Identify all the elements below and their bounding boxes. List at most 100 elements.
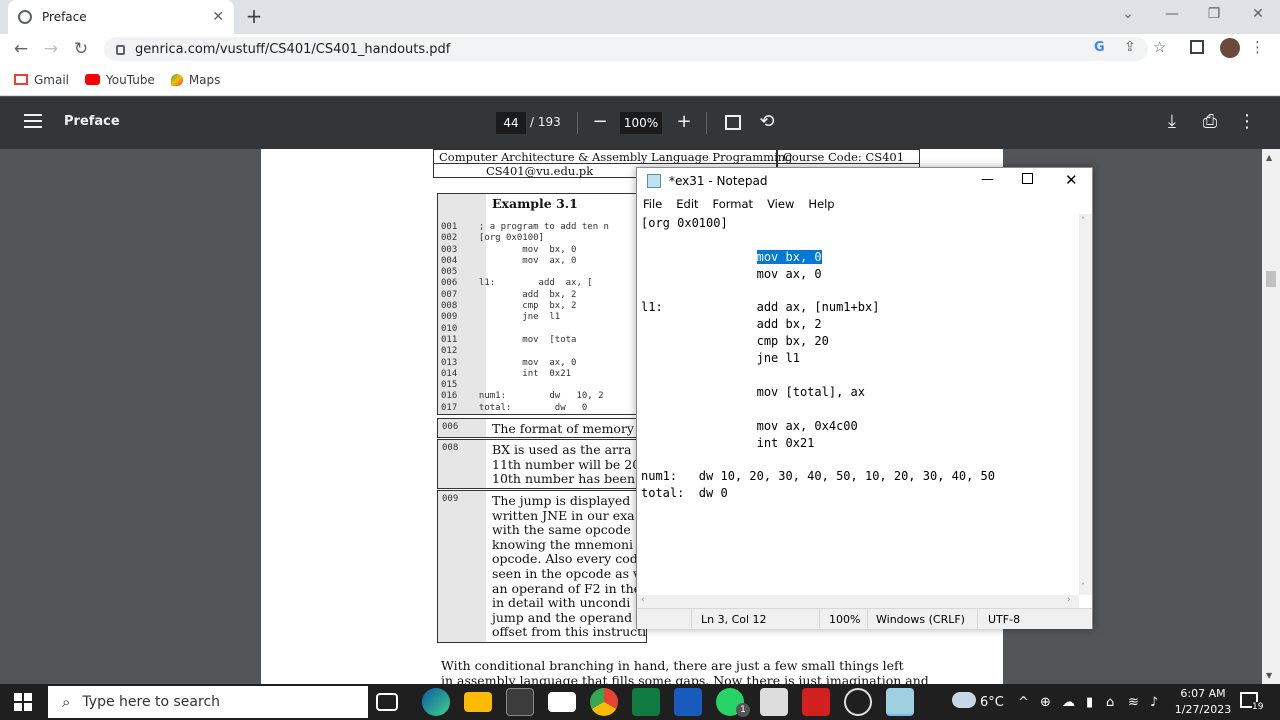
battery-icon[interactable]: ▮	[1086, 695, 1093, 710]
scroll-up-icon[interactable]: ˄	[1081, 216, 1085, 225]
bookmark-youtube[interactable]: YouTube	[85, 73, 155, 87]
wifi-icon[interactable]: ≋	[1128, 695, 1139, 710]
code-line[interactable]: num1: dw 10, 20, 30, 40, 50, 10, 20, 30,…	[641, 468, 995, 485]
notepad-window[interactable]: *ex31 - Notepad — ✕ File Edit Format Vie…	[636, 167, 1093, 630]
notepad-vertical-scrollbar[interactable]: ˄ ˅	[1079, 214, 1092, 595]
notepad-code[interactable]: [org 0x0100] mov bx, 0 mov ax, 0 l1: add …	[641, 215, 995, 502]
print-icon[interactable]: ⎙	[1199, 112, 1221, 132]
code-line[interactable]: mov [total], ax	[641, 384, 995, 401]
clock[interactable]: 6:07 AM 1/27/2023	[1172, 686, 1234, 718]
close-window-button[interactable]: ✕	[1236, 0, 1280, 30]
profile-avatar[interactable]	[1220, 38, 1240, 58]
edge-icon[interactable]	[422, 688, 450, 716]
notepad-taskbar-icon[interactable]	[886, 688, 914, 716]
taskbar-search[interactable]: ⌕ Type here to search	[48, 686, 368, 718]
notepad-text-area[interactable]: [org 0x0100] mov bx, 0 mov ax, 0 l1: add …	[637, 214, 1079, 595]
browser-tab[interactable]: Preface ✕	[8, 0, 234, 34]
code-line[interactable]	[641, 451, 995, 468]
code-line[interactable]	[641, 283, 995, 300]
globe-icon	[18, 10, 32, 24]
store-icon[interactable]	[506, 688, 534, 716]
pdf-scrollbar[interactable]: ▲ ▼	[1262, 149, 1280, 684]
scroll-right-icon[interactable]: ›	[1067, 595, 1071, 605]
menu-format[interactable]: Format	[713, 197, 754, 211]
listing-line: 010	[441, 323, 458, 334]
code-line[interactable]	[641, 367, 995, 384]
code-line[interactable]: mov bx, 0	[641, 249, 995, 266]
app-icon[interactable]	[802, 688, 830, 716]
weather-icon[interactable]	[952, 692, 976, 708]
notepad-menu-bar: File Edit Format View Help	[637, 194, 1092, 214]
calculator-icon[interactable]	[760, 688, 788, 716]
volume-icon[interactable]: ♪	[1150, 695, 1158, 710]
code-line[interactable]: [org 0x0100]	[641, 215, 995, 232]
scroll-down-icon[interactable]: ▼	[1266, 671, 1272, 680]
bookmark-star-icon[interactable]: ☆	[1153, 38, 1166, 56]
notepad-title-bar[interactable]: *ex31 - Notepad — ✕	[637, 168, 1092, 194]
forward-button[interactable]: →	[40, 38, 62, 60]
close-tab-icon[interactable]: ✕	[212, 9, 224, 25]
fit-page-icon[interactable]	[725, 115, 741, 130]
code-line[interactable]: total: dw 0	[641, 485, 995, 502]
weather-temperature[interactable]: 6°C	[980, 695, 1004, 710]
bookmark-maps[interactable]: Maps	[170, 73, 220, 87]
whatsapp-badge: 1	[736, 703, 750, 717]
excel-icon[interactable]	[632, 688, 660, 716]
zoom-level[interactable]: 100%	[620, 112, 662, 134]
back-button[interactable]: ←	[10, 38, 32, 60]
page-number-input[interactable]: 44	[496, 112, 526, 134]
address-bar[interactable]: genrica.com/vustuff/CS401/CS401_handouts…	[104, 37, 1148, 61]
bookmark-gmail[interactable]: Gmail	[14, 73, 69, 87]
tray-overflow-icon[interactable]: ^	[1018, 695, 1029, 710]
code-line[interactable]: cmp bx, 20	[641, 333, 995, 350]
notepad-maximize-button[interactable]	[1022, 173, 1033, 184]
share-icon[interactable]: ⇪	[1124, 39, 1136, 55]
zoom-in-button[interactable]: +	[673, 112, 695, 132]
code-line[interactable]: add bx, 2	[641, 316, 995, 333]
app-icon[interactable]	[844, 688, 872, 716]
windows-start-icon[interactable]	[14, 693, 32, 711]
reload-button[interactable]: ↻	[70, 38, 92, 60]
toolbar-divider	[577, 112, 578, 134]
side-panel-icon[interactable]	[1190, 40, 1204, 54]
task-view-icon[interactable]	[376, 693, 398, 711]
zoom-out-button[interactable]: −	[589, 112, 611, 132]
menu-view[interactable]: View	[767, 197, 794, 211]
status-line-ending: Windows (CRLF)	[876, 613, 965, 626]
menu-help[interactable]: Help	[808, 197, 834, 211]
scroll-down-icon[interactable]: ˅	[1081, 582, 1085, 591]
code-line[interactable]: mov ax, 0	[641, 266, 995, 283]
mail-icon[interactable]	[548, 692, 576, 712]
pdf-sidebar-menu-icon[interactable]	[24, 114, 42, 128]
onedrive-icon[interactable]: ☁	[1062, 695, 1075, 710]
minimize-button[interactable]: —	[1150, 0, 1194, 30]
restore-button[interactable]: ❐	[1192, 0, 1236, 30]
chrome-icon[interactable]	[590, 688, 618, 716]
pdf-more-icon[interactable]: ⋮	[1236, 112, 1258, 132]
scroll-left-icon[interactable]: ‹	[641, 595, 645, 605]
file-explorer-icon[interactable]	[464, 692, 492, 712]
code-line[interactable]: int 0x21	[641, 435, 995, 452]
rotate-icon[interactable]: ⟲	[756, 112, 778, 132]
code-line[interactable]: l1: add ax, [num1+bx]	[641, 299, 995, 316]
tab-search-icon[interactable]: ⌄	[1106, 0, 1150, 30]
code-line[interactable]	[641, 401, 995, 418]
scroll-up-icon[interactable]: ▲	[1266, 153, 1272, 162]
new-tab-button[interactable]: +	[244, 6, 264, 26]
google-translate-icon[interactable]: G	[1094, 40, 1105, 55]
notepad-minimize-button[interactable]: —	[981, 172, 994, 187]
browser-menu-icon[interactable]: ⋮	[1250, 38, 1265, 56]
network-icon[interactable]: ⌂	[1106, 695, 1114, 710]
menu-edit[interactable]: Edit	[676, 197, 698, 211]
notepad-horizontal-scrollbar[interactable]: ‹ ›	[637, 595, 1079, 608]
menu-file[interactable]: File	[643, 197, 662, 211]
code-line[interactable]	[641, 232, 995, 249]
download-icon[interactable]: ⤓	[1161, 112, 1183, 132]
meet-icon[interactable]: ⊕	[1040, 695, 1051, 710]
notepad-close-button[interactable]: ✕	[1065, 171, 1078, 189]
code-line[interactable]: mov ax, 0x4c00	[641, 418, 995, 435]
code-line[interactable]: jne l1	[641, 350, 995, 367]
word-icon[interactable]	[674, 688, 702, 716]
selected-text[interactable]: mov bx, 0	[756, 249, 822, 264]
scroll-thumb[interactable]	[1266, 271, 1276, 287]
